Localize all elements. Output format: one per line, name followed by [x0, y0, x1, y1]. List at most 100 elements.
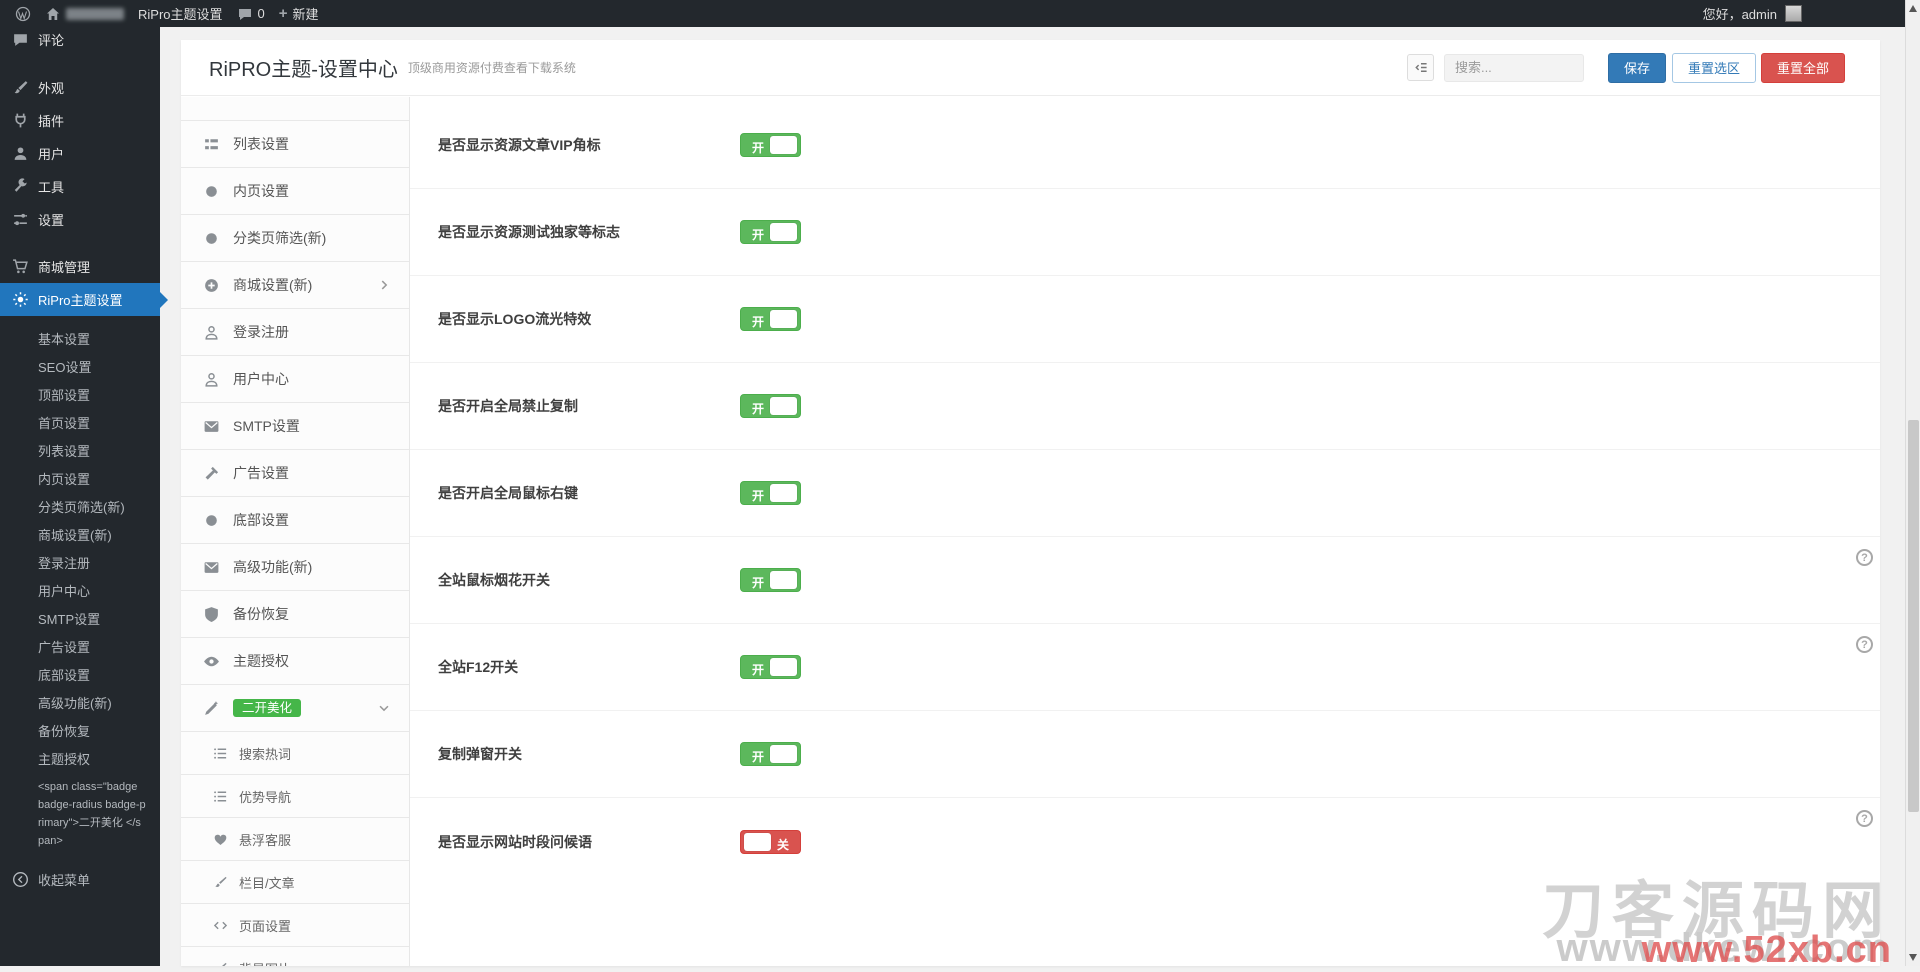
nav-subitem-hot-search[interactable]: 搜索热词 [181, 732, 409, 775]
appearance-brush-icon [12, 79, 29, 96]
submenu-item[interactable]: 用户中心 [0, 576, 160, 604]
toggle-right-click[interactable]: 开 [740, 481, 801, 505]
code-icon [213, 918, 228, 933]
nav-subitem-page-settings[interactable]: 页面设置 [181, 904, 409, 947]
nav-item-inner-page[interactable]: 内页设置 [181, 168, 409, 215]
nav-item-smtp[interactable]: SMTP设置 [181, 403, 409, 450]
nav-item-beautify[interactable]: 二开美化 [181, 685, 409, 732]
submenu-item[interactable]: 基本设置 [0, 324, 160, 352]
submenu-item[interactable]: SEO设置 [0, 352, 160, 380]
sidebar-item-tools[interactable]: 工具 [0, 170, 160, 203]
submenu-item[interactable]: 登录注册 [0, 548, 160, 576]
sliders-icon [12, 211, 29, 228]
nav-item-shop-settings[interactable]: 商城设置(新) [181, 262, 409, 309]
toggle-copy-popup[interactable]: 开 [740, 742, 801, 766]
browser-scrollbar[interactable] [1905, 0, 1920, 966]
sidebar-item-plugins[interactable]: 插件 [0, 104, 160, 137]
sidebar-item-ripro-settings[interactable]: RiPro主题设置 [0, 283, 160, 316]
hammer-icon [203, 465, 220, 482]
sidebar-item-users[interactable]: 用户 [0, 137, 160, 170]
submenu-item[interactable]: 分类页筛选(新) [0, 492, 160, 520]
submenu-item[interactable]: 主题授权 [0, 744, 160, 772]
submenu-item[interactable]: 顶部设置 [0, 380, 160, 408]
sidebar-item-shop-manage[interactable]: 商城管理 [0, 250, 160, 283]
submenu-item[interactable]: 商城设置(新) [0, 520, 160, 548]
mail-icon [203, 418, 220, 435]
help-icon[interactable]: ? [1856, 636, 1873, 653]
toggle-vip-corner[interactable]: 开 [740, 133, 801, 157]
sidebar-item-comments[interactable]: 评论 [0, 27, 160, 51]
toggle-disable-copy[interactable]: 开 [740, 394, 801, 418]
nav-item-license[interactable]: 主题授权 [181, 638, 409, 685]
submenu-item[interactable]: 备份恢复 [0, 716, 160, 744]
list-icon [213, 746, 228, 761]
wordpress-logo-icon[interactable] [8, 0, 38, 27]
nav-subitem-float-service[interactable]: 悬浮客服 [181, 818, 409, 861]
cart-icon [12, 258, 29, 275]
save-button[interactable]: 保存 [1608, 53, 1666, 83]
setting-row: 是否显示LOGO流光特效 开 [410, 276, 1880, 363]
reset-all-button[interactable]: 重置全部 [1761, 53, 1845, 83]
beautify-badge: 二开美化 [233, 699, 301, 718]
nav-item-advanced[interactable]: 高级功能(新) [181, 544, 409, 591]
submenu-item[interactable]: 高级功能(新) [0, 688, 160, 716]
setting-row: 是否显示资源测试独家等标志 开 [410, 189, 1880, 276]
collapse-menu-button[interactable]: 收起菜单 [0, 865, 160, 893]
greeting-account-link[interactable]: 您好，admin [1703, 4, 1777, 23]
scroll-up-arrow-icon[interactable] [1909, 5, 1917, 12]
toggle-greeting-message[interactable]: 关 [740, 830, 801, 854]
site-home-link[interactable] [38, 0, 131, 27]
submenu-item[interactable]: 底部设置 [0, 660, 160, 688]
sidebar-item-settings[interactable]: 设置 [0, 203, 160, 236]
ripro-submenu: 基本设置 SEO设置 顶部设置 首页设置 列表设置 内页设置 分类页筛选(新) … [0, 316, 160, 856]
home-icon [45, 6, 61, 22]
panel-header: RiPRO主题-设置中心 顶级商用资源付费查看下载系统 保存 重置选区 重置全部 [181, 40, 1880, 96]
brush-icon [213, 875, 228, 890]
toggle-f12[interactable]: 开 [740, 655, 801, 679]
nav-item-category-filter[interactable]: 分类页筛选(新) [181, 215, 409, 262]
toggle-nav-button[interactable] [1407, 54, 1434, 81]
submenu-item[interactable]: 广告设置 [0, 632, 160, 660]
help-icon[interactable]: ? [1856, 810, 1873, 827]
circle-icon [203, 230, 220, 247]
admin-bar-page-title[interactable]: RiPro主题设置 [131, 0, 230, 27]
submenu-item[interactable]: 列表设置 [0, 436, 160, 464]
nav-item-footer[interactable]: 底部设置 [181, 497, 409, 544]
toggle-resource-marks[interactable]: 开 [740, 220, 801, 244]
scrollbar-thumb[interactable] [1908, 420, 1919, 812]
gear-icon [12, 291, 29, 308]
search-input[interactable] [1444, 54, 1584, 82]
wp-admin-sidebar: 评论 外观 插件 用户 工具 设置 商城管理 RiPro主题设置 基本设置 SE… [0, 27, 160, 966]
list-icon [213, 789, 228, 804]
nav-item-user-center[interactable]: 用户中心 [181, 356, 409, 403]
sidebar-item-appearance[interactable]: 外观 [0, 71, 160, 104]
submenu-item-raw-html-text[interactable]: <span class="badge badge-radius badge-pr… [0, 772, 160, 856]
help-icon[interactable]: ? [1856, 549, 1873, 566]
wand-icon [203, 700, 220, 717]
reset-selection-button[interactable]: 重置选区 [1672, 53, 1756, 83]
avatar [1785, 5, 1802, 22]
theme-settings-panel: RiPRO主题-设置中心 顶级商用资源付费查看下载系统 保存 重置选区 重置全部… [181, 40, 1880, 966]
nav-item-list-settings[interactable]: 列表设置 [181, 121, 409, 168]
comments-link[interactable]: 0 [230, 0, 272, 27]
submenu-item[interactable]: 首页设置 [0, 408, 160, 436]
toggle-mouse-fireworks[interactable]: 开 [740, 568, 801, 592]
nav-item-login-register[interactable]: 登录注册 [181, 309, 409, 356]
submenu-item[interactable]: SMTP设置 [0, 604, 160, 632]
toggle-logo-glow[interactable]: 开 [740, 307, 801, 331]
nav-item-ads[interactable]: 广告设置 [181, 450, 409, 497]
nav-item-clipped [181, 97, 409, 121]
chevron-down-icon [377, 701, 391, 715]
toggle-knob [770, 658, 797, 676]
scroll-down-arrow-icon[interactable] [1909, 954, 1917, 961]
toggle-knob [770, 397, 797, 415]
nav-subitem-advantage-nav[interactable]: 优势导航 [181, 775, 409, 818]
nav-subitem-column-article[interactable]: 栏目/文章 [181, 861, 409, 904]
nav-subitem-background-image[interactable]: 背景图片 [181, 947, 409, 966]
site-name-blurred [66, 8, 124, 20]
submenu-item[interactable]: 内页设置 [0, 464, 160, 492]
plus-icon: + [279, 6, 288, 21]
new-content-button[interactable]: + 新建 [272, 0, 326, 27]
nav-item-backup[interactable]: 备份恢复 [181, 591, 409, 638]
list-grid-icon [203, 136, 220, 153]
